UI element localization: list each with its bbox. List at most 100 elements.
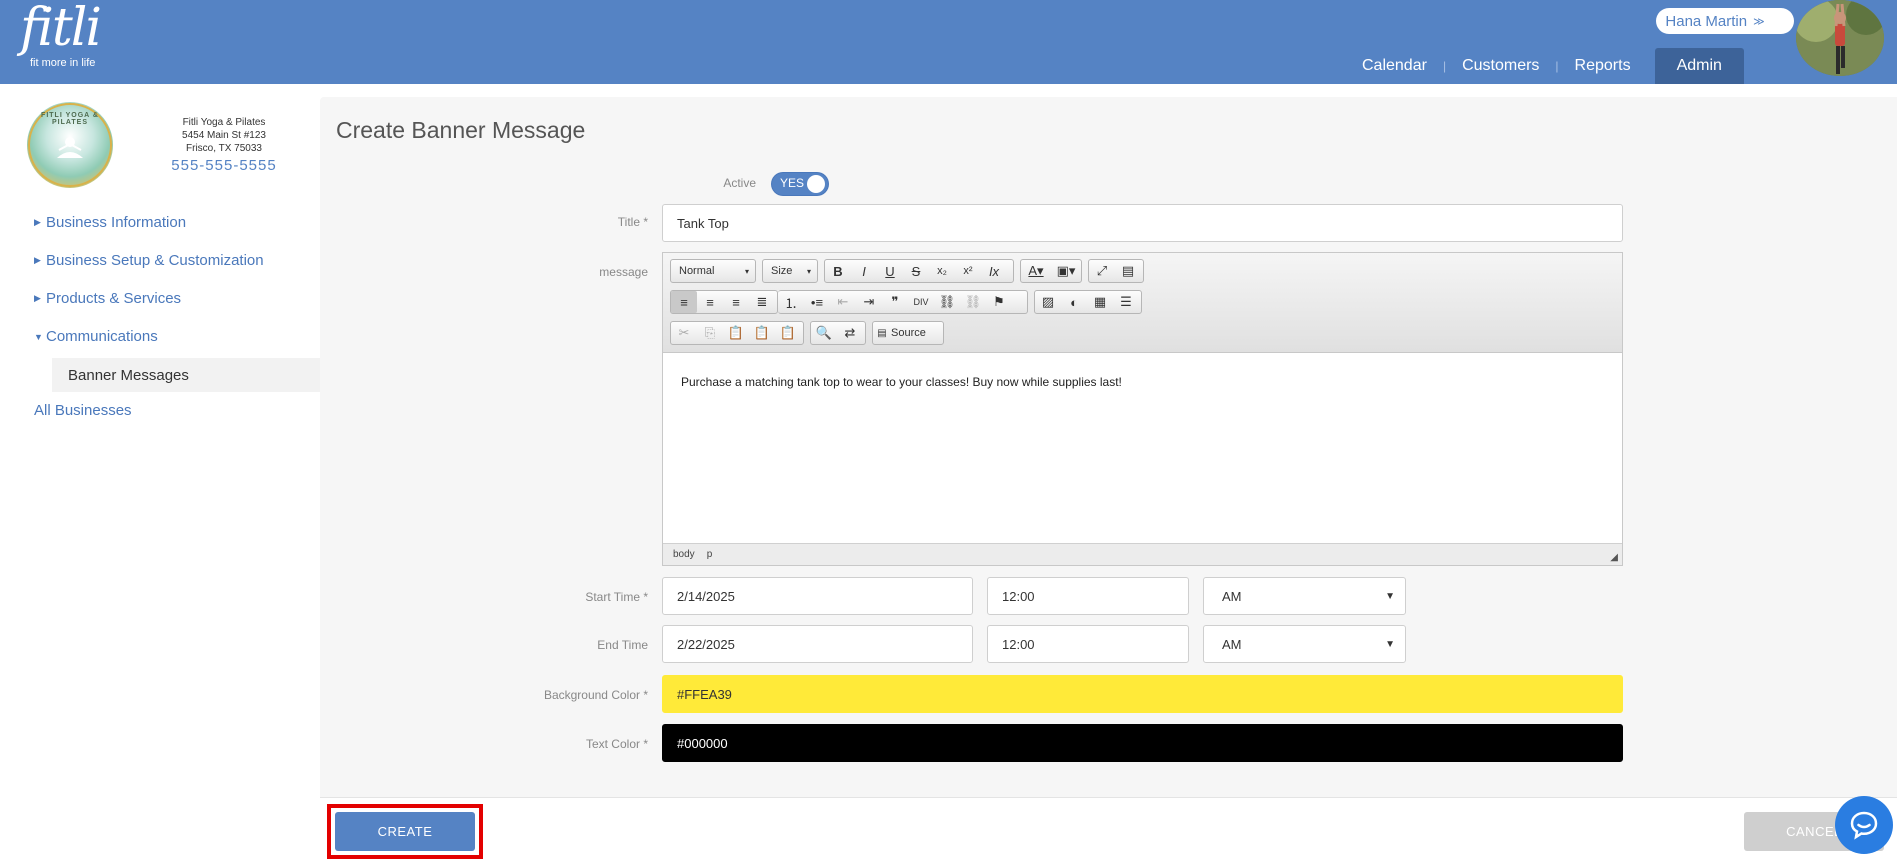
size-combo[interactable]: Size ▾ xyxy=(762,259,818,283)
title-input[interactable]: Tank Top xyxy=(662,204,1623,242)
flash-icon[interactable]: ◐ xyxy=(1061,291,1087,313)
editor-content[interactable]: Purchase a matching tank top to wear to … xyxy=(663,353,1622,543)
form-footer xyxy=(320,797,1897,864)
start-ampm-select[interactable]: AM ▼ xyxy=(1203,577,1406,615)
anchor-flag-icon[interactable]: ⚑ xyxy=(986,291,1012,313)
maximize-icon[interactable]: ⤢ xyxy=(1089,260,1115,282)
title-label: Title * xyxy=(617,215,648,229)
align-justify-icon[interactable]: ≣ xyxy=(749,291,775,313)
business-logo-text: FITLI YOGA & PILATES xyxy=(41,112,99,126)
start-time-label: Start Time * xyxy=(585,590,648,604)
align-group: ≡ ≡ ≡ ≣ xyxy=(670,290,778,314)
copy-icon[interactable]: ⎘ xyxy=(697,322,723,344)
text-color-icon[interactable]: A▾ xyxy=(1021,260,1051,282)
outdent-icon[interactable]: ⇤ xyxy=(830,291,856,313)
bg-color-input[interactable]: #FFEA39 xyxy=(662,675,1623,713)
color-group: A▾ ▣▾ xyxy=(1020,259,1082,283)
toggle-knob xyxy=(807,175,825,193)
top-header: fitli fit more in life Hana Martin ≫ Cal… xyxy=(0,0,1897,84)
sidebar-item-business-setup[interactable]: ▶ Business Setup & Customization xyxy=(34,252,264,269)
unlink-icon[interactable]: ⛓ xyxy=(960,291,986,313)
active-label: Active xyxy=(723,176,756,190)
bulleted-list-icon[interactable]: •≡ xyxy=(804,291,830,313)
align-right-icon[interactable]: ≡ xyxy=(723,291,749,313)
text-color-label: Text Color * xyxy=(585,737,648,751)
main-nav: Calendar | Customers | Reports Admin xyxy=(1346,48,1744,84)
chevron-down-icon: ▼ xyxy=(1385,638,1395,650)
nav-customers[interactable]: Customers xyxy=(1446,48,1555,84)
remove-format-icon[interactable]: Ix xyxy=(981,260,1007,282)
editor-toolbar: Normal ▾ Size ▾ B I U S x₂ x² Ix A▾ ▣▾ ⤢ ▤ xyxy=(663,253,1622,353)
align-left-icon[interactable]: ≡ xyxy=(671,291,697,313)
div-container-icon[interactable]: DIV xyxy=(908,291,934,313)
resize-grip-icon[interactable]: ◢ xyxy=(1610,552,1618,563)
editor-elements-path: body p ◢ xyxy=(663,543,1622,565)
paste-icon[interactable]: 📋 xyxy=(723,322,749,344)
format-combo[interactable]: Normal ▾ xyxy=(670,259,756,283)
source-icon: ▤ xyxy=(877,327,887,339)
clipboard-group: ✂ ⎘ 📋 📋 📋 xyxy=(670,321,804,345)
end-time-label: End Time xyxy=(597,638,648,652)
sidebar-item-label: Products & Services xyxy=(46,290,182,307)
text-color-input[interactable]: #000000 xyxy=(662,724,1623,762)
bold-icon[interactable]: B xyxy=(825,260,851,282)
horizontal-rule-icon[interactable]: ☰ xyxy=(1113,291,1139,313)
text-style-group: B I U S x₂ x² Ix xyxy=(824,259,1014,283)
sidebar-item-products-services[interactable]: ▶ Products & Services xyxy=(34,290,181,307)
underline-icon[interactable]: U xyxy=(877,260,903,282)
paste-word-icon[interactable]: 📋 xyxy=(775,322,801,344)
sidebar-item-all-businesses[interactable]: All Businesses xyxy=(34,402,132,419)
end-date-input[interactable]: 2/22/2025 xyxy=(662,625,973,663)
sidebar-item-communications[interactable]: ▼ Communications xyxy=(34,328,158,345)
chevron-down-icon: ≫ xyxy=(1753,15,1765,28)
italic-icon[interactable]: I xyxy=(851,260,877,282)
sidebar-subitem-banner-messages[interactable]: Banner Messages xyxy=(52,358,320,392)
dropdown-arrow-icon: ▾ xyxy=(806,266,811,276)
business-logo: FITLI YOGA & PILATES xyxy=(27,102,113,188)
search-icon[interactable]: 🔍 xyxy=(811,322,837,344)
end-ampm-value: AM xyxy=(1222,636,1242,652)
user-menu[interactable]: Hana Martin ≫ xyxy=(1656,8,1794,34)
sidebar-item-business-information[interactable]: ▶ Business Information xyxy=(34,214,186,231)
paste-text-icon[interactable]: 📋 xyxy=(749,322,775,344)
toggle-text: YES xyxy=(780,176,805,190)
nav-admin[interactable]: Admin xyxy=(1654,48,1744,84)
end-ampm-select[interactable]: AM ▼ xyxy=(1203,625,1406,663)
strikethrough-icon[interactable]: S xyxy=(903,260,929,282)
business-phone[interactable]: 555-555-5555 xyxy=(160,158,288,173)
cut-icon[interactable]: ✂ xyxy=(671,322,697,344)
bg-color-label: Background Color * xyxy=(543,688,648,702)
fitli-logo[interactable]: fitli fit more in life xyxy=(12,0,102,72)
subscript-icon[interactable]: x₂ xyxy=(929,260,955,282)
sidebar: FITLI YOGA & PILATES Fitli Yoga & Pilate… xyxy=(0,84,320,864)
nav-calendar[interactable]: Calendar xyxy=(1346,48,1443,84)
create-button[interactable]: CREATE xyxy=(335,812,475,851)
image-icon[interactable]: ▨ xyxy=(1035,291,1061,313)
sidebar-item-label: Business Information xyxy=(46,214,187,231)
dropdown-arrow-icon: ▾ xyxy=(744,266,749,276)
path-p[interactable]: p xyxy=(707,549,713,560)
avatar[interactable] xyxy=(1796,0,1884,76)
active-toggle[interactable]: YES xyxy=(772,173,828,195)
main-panel: Create Banner Message Active YES Title *… xyxy=(320,97,1897,798)
link-icon[interactable]: ⛓ xyxy=(934,291,960,313)
numbered-list-icon[interactable]: ⒈ xyxy=(778,291,804,313)
bg-color-icon[interactable]: ▣▾ xyxy=(1051,260,1081,282)
source-button[interactable]: ▤ Source xyxy=(872,321,944,345)
blockquote-icon[interactable]: ❞ xyxy=(882,291,908,313)
end-time-input[interactable]: 12:00 xyxy=(987,625,1189,663)
nav-reports[interactable]: Reports xyxy=(1559,48,1647,84)
start-time-input[interactable]: 12:00 xyxy=(987,577,1189,615)
superscript-icon[interactable]: x² xyxy=(955,260,981,282)
page-title: Create Banner Message xyxy=(336,117,586,143)
sidebar-item-label: Communications xyxy=(46,328,158,345)
align-center-icon[interactable]: ≡ xyxy=(697,291,723,313)
business-address-line1: 5454 Main St #123 xyxy=(182,130,266,141)
replace-icon[interactable]: ⇄ xyxy=(837,322,863,344)
path-body[interactable]: body xyxy=(673,549,695,560)
table-icon[interactable]: ▦ xyxy=(1087,291,1113,313)
start-date-input[interactable]: 2/14/2025 xyxy=(662,577,973,615)
indent-icon[interactable]: ⇥ xyxy=(856,291,882,313)
chat-support-icon[interactable] xyxy=(1835,796,1893,854)
show-blocks-icon[interactable]: ▤ xyxy=(1115,260,1141,282)
